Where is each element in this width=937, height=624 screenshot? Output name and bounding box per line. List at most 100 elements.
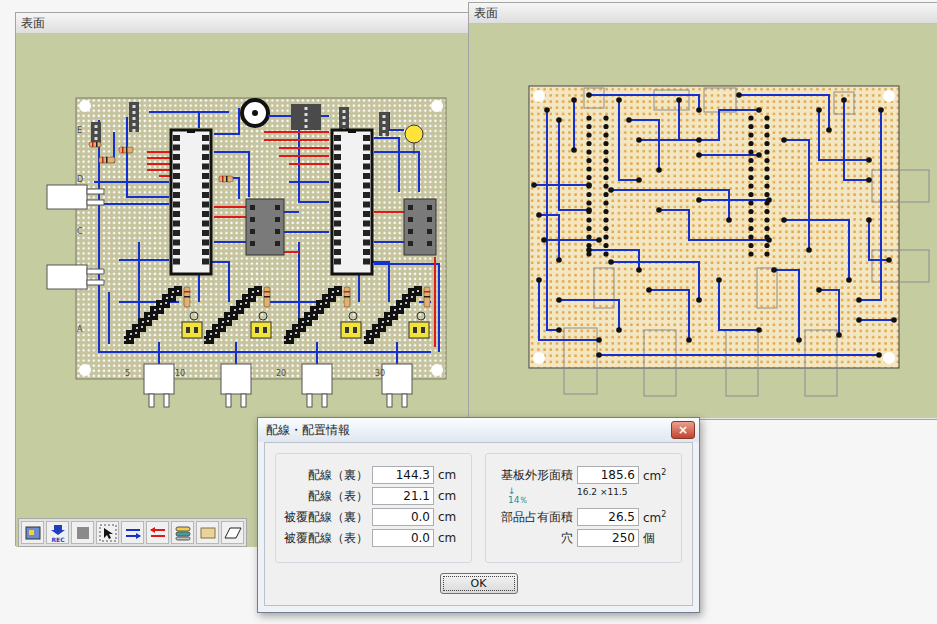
resistor xyxy=(99,157,115,163)
pin-header xyxy=(91,122,101,144)
layers-icon xyxy=(174,524,192,542)
connector xyxy=(144,364,174,407)
board-area-field[interactable]: 185.6 xyxy=(577,466,639,484)
row-label: D xyxy=(77,175,83,184)
row-label: A xyxy=(77,325,83,334)
field-label: 配線（裏） xyxy=(284,467,368,484)
mount-hole xyxy=(883,352,895,364)
dc-jack xyxy=(47,185,104,209)
unit-label: 個 xyxy=(643,530,673,547)
relay xyxy=(404,199,436,255)
red-wire-button[interactable] xyxy=(146,521,169,544)
mount-hole xyxy=(431,364,443,376)
unit-label: cm xyxy=(438,510,468,524)
back-traces xyxy=(534,95,894,355)
back-window: 表面 xyxy=(468,2,937,420)
field-label: 被覆配線（表） xyxy=(284,530,368,547)
field-label: 配線（表） xyxy=(284,488,368,505)
part-outlines xyxy=(564,88,929,396)
column-label: 20 xyxy=(276,369,286,378)
desktop: 表面EDCA5102030REC表面配線・配置情報×配線（裏）144.3cm配線… xyxy=(0,0,937,624)
title-bar[interactable]: 表面 xyxy=(469,3,937,24)
stop-icon xyxy=(75,525,91,541)
terminal xyxy=(251,312,271,338)
ratio-value: 14％ xyxy=(508,496,528,505)
arrow-glyph: ↓ xyxy=(508,487,516,496)
record-button[interactable]: REC xyxy=(46,521,69,544)
connector xyxy=(221,364,251,407)
blue-wire-button[interactable] xyxy=(121,521,144,544)
transistor-array xyxy=(204,286,258,340)
column-label: 10 xyxy=(175,369,185,378)
mount-hole xyxy=(533,352,545,364)
area-group: 基板外形面積185.6 cm2 ↓14％ 16.2 ×11.5 部品占有面積26.5 cm… xyxy=(485,453,682,563)
led xyxy=(405,125,423,154)
parts-area-field[interactable]: 26.5 xyxy=(577,508,639,526)
ic-socket xyxy=(171,129,211,274)
dialog-groups: 配線（裏）144.3cm配線（表）21.1cm被覆配線（裏）0.0cm被覆配線（… xyxy=(275,453,682,563)
window-title: 表面 xyxy=(21,15,45,32)
unit-label: cm xyxy=(438,489,468,503)
field-label: 部品占有面積 xyxy=(494,509,573,526)
resistor xyxy=(119,147,133,153)
select-button[interactable] xyxy=(96,521,119,544)
parallelogram-icon xyxy=(224,524,242,542)
back-board xyxy=(469,24,937,418)
board-button[interactable] xyxy=(196,521,219,544)
blue-wire-icon xyxy=(124,524,142,542)
transistor-array xyxy=(284,286,338,340)
holes-field[interactable]: 250 xyxy=(577,529,639,547)
dialog-title-bar[interactable]: 配線・配置情報 × xyxy=(258,418,699,442)
row-label: E xyxy=(77,126,82,135)
board-dimensions: 16.2 ×11.5 xyxy=(577,487,673,497)
dc-jack xyxy=(47,265,104,289)
layer-button[interactable] xyxy=(171,521,194,544)
terminal xyxy=(409,312,429,338)
field-label: 穴 xyxy=(494,530,573,547)
wiring-field[interactable]: 144.3 xyxy=(372,466,434,484)
mount-hole xyxy=(431,100,443,112)
dialog-title: 配線・配置情報 xyxy=(266,422,350,439)
board-canvas[interactable] xyxy=(469,24,937,418)
wiring-field[interactable]: 21.1 xyxy=(372,487,434,505)
parts-button[interactable] xyxy=(21,521,44,544)
relay xyxy=(246,199,284,255)
column-label: 5 xyxy=(125,369,130,378)
mount-hole xyxy=(533,90,545,102)
title-bar[interactable]: 表面 xyxy=(16,13,469,34)
front-traces xyxy=(94,108,439,366)
connector xyxy=(302,364,332,407)
pin-header xyxy=(291,104,321,130)
unit-label: cm xyxy=(438,468,468,482)
resistor xyxy=(89,142,101,147)
mount-hole xyxy=(79,364,91,376)
mount-hole xyxy=(883,90,895,102)
unit-label: cm2 xyxy=(643,510,673,525)
dialog-body: 配線（裏）144.3cm配線（表）21.1cm被覆配線（裏）0.0cm被覆配線（… xyxy=(264,442,693,606)
toolbar-strip: REC xyxy=(18,518,247,547)
mount-hole xyxy=(79,100,91,112)
window-title: 表面 xyxy=(474,5,498,22)
resistor xyxy=(264,287,270,307)
parts-icon xyxy=(24,524,42,542)
unit-label: cm2 xyxy=(643,468,673,483)
buzzer xyxy=(242,100,289,126)
pin-header xyxy=(129,102,139,132)
red-wire-icon xyxy=(149,524,167,542)
column-label: 30 xyxy=(375,369,385,378)
wiring-field[interactable]: 0.0 xyxy=(372,508,434,526)
resistor xyxy=(219,176,233,182)
ic-socket xyxy=(332,129,372,274)
stop-button[interactable] xyxy=(71,521,94,544)
wiring-field[interactable]: 0.0 xyxy=(372,529,434,547)
wiring-group: 配線（裏）144.3cm配線（表）21.1cm被覆配線（裏）0.0cm被覆配線（… xyxy=(275,453,472,563)
connector xyxy=(382,364,412,407)
resistor xyxy=(184,287,190,307)
field-label: 基板外形面積 xyxy=(494,467,573,484)
info-dialog: 配線・配置情報×配線（裏）144.3cm配線（表）21.1cm被覆配線（裏）0.… xyxy=(257,417,700,613)
shape-button[interactable] xyxy=(221,521,244,544)
board-icon xyxy=(199,524,217,542)
ok-button[interactable]: OK xyxy=(440,573,518,594)
pin-header xyxy=(339,107,349,131)
close-button[interactable]: × xyxy=(671,421,695,439)
